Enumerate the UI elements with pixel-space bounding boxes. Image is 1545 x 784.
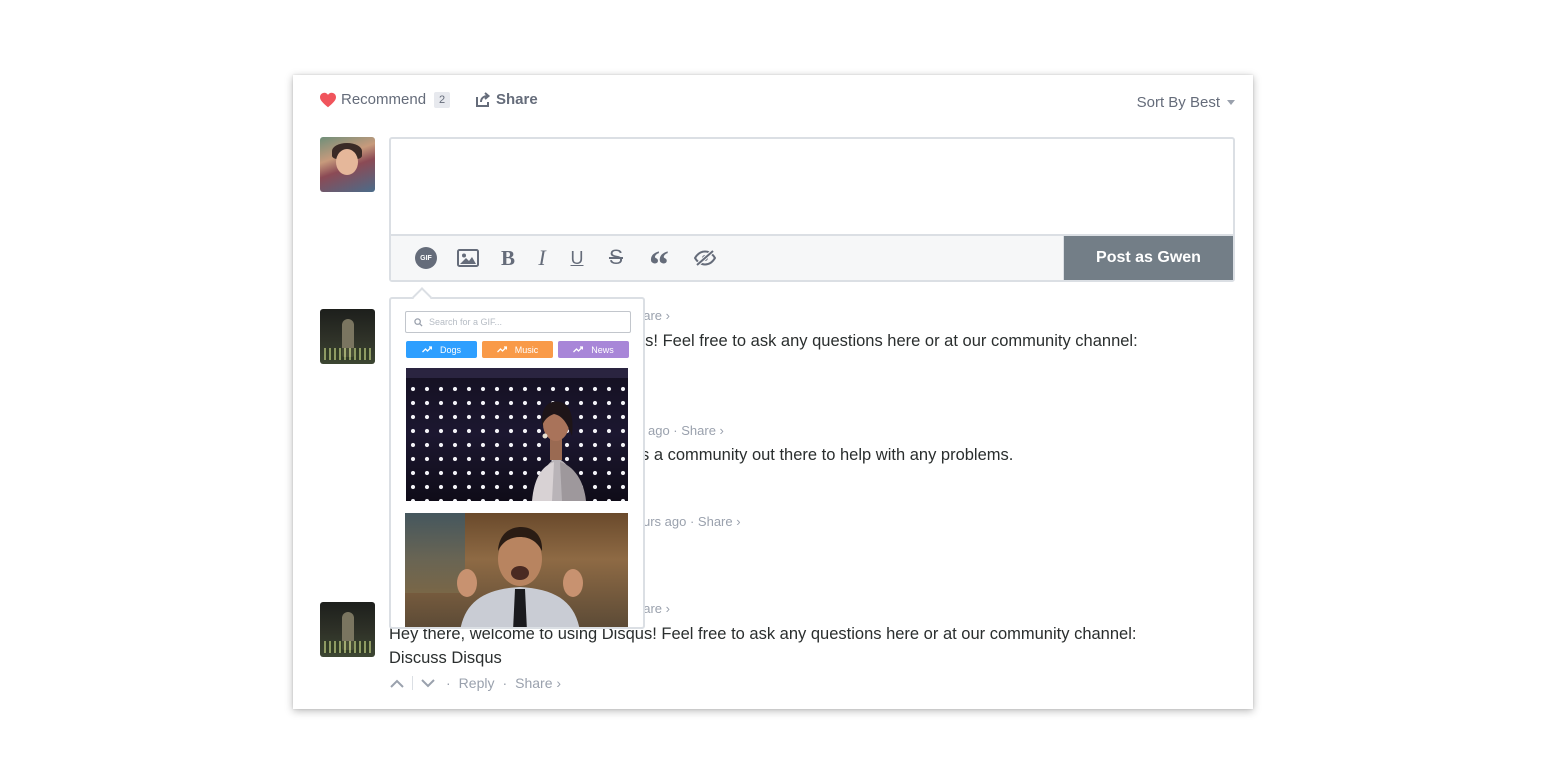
avatar-face [336,149,358,175]
share-icon [476,91,491,107]
comment-text-line2: Discuss Disqus [389,649,502,667]
gif-person-figure [532,401,586,501]
bold-icon: B [500,245,515,270]
strikethrough-button[interactable]: S [603,244,629,272]
strikethrough-icon: S [608,246,623,269]
gif-result-image[interactable] [405,513,628,627]
chevron-down-icon [421,678,435,687]
upvote-button[interactable] [387,675,407,691]
gif-icon: GIF [415,247,437,269]
recommend-count-badge: 2 [434,91,451,108]
downvote-button[interactable] [418,675,438,691]
thread-toolbar: Recommend 2 Share Sort By Best [319,91,1235,115]
gif-tag-news[interactable]: News [558,341,629,358]
trending-icon [496,346,507,353]
search-icon [414,317,423,327]
italic-button[interactable]: I [529,244,555,272]
caret-down-icon [1227,100,1235,105]
stage-lights-band [406,368,628,378]
comment-meta[interactable]: urs ago · Share › [643,514,741,529]
underline-icon: U [570,247,584,268]
editor-toolbar: GIF B I U S “ Post as Gwen [391,234,1233,285]
separator-dot: · [502,675,508,691]
share-thread-label: Share [496,91,538,108]
comment-avatar[interactable] [320,602,375,657]
share-thread-button[interactable]: Share [475,91,538,108]
image-icon [457,249,479,267]
trending-icon [422,346,432,353]
eye-off-icon [694,250,716,266]
comment-text: s a community out there to help with any… [641,446,1014,464]
gif-person-figure [457,527,583,627]
underline-button[interactable]: U [564,244,590,272]
heart-icon [320,92,336,107]
post-button[interactable]: Post as Gwen [1063,236,1233,280]
comment-editor: GIF B I U S “ Post as Gwen [389,137,1235,285]
comment-textarea[interactable] [391,139,1233,236]
chevron-up-icon [390,679,404,688]
italic-icon: I [538,245,546,270]
comment-meta[interactable]: ago · Share › [648,423,724,438]
comment-text: us! Feel free to ask any questions here … [636,332,1138,350]
gif-tag-label: News [591,344,614,355]
reply-link[interactable]: Reply [459,675,495,691]
comment-actions: · Reply · Share › [387,675,561,691]
bold-button[interactable]: B [495,244,521,272]
gif-tag-label: Dogs [439,344,461,355]
gif-result-image[interactable] [406,368,628,501]
quote-icon: “ [649,242,669,287]
trending-icon [573,346,584,353]
comment-avatar[interactable] [320,309,375,364]
share-comment-link[interactable]: Share › [515,675,561,691]
spoiler-button[interactable] [692,244,718,272]
vote-divider [412,676,413,690]
current-user-avatar[interactable] [320,137,375,192]
image-upload-button[interactable] [455,244,481,272]
gif-trending-tags: Dogs Music News [406,341,629,358]
avatar-lights [324,641,371,653]
recommend-button[interactable]: Recommend 2 [319,91,451,108]
gif-tag-music[interactable]: Music [482,341,553,358]
recommend-label: Recommend [341,91,427,108]
avatar-lights [324,348,371,360]
gif-search-input[interactable] [429,317,619,327]
gif-search-box [405,311,631,333]
separator-dot: · [446,675,451,691]
gif-tag-dogs[interactable]: Dogs [406,341,477,358]
comments-panel: Recommend 2 Share Sort By Best GIF B I U… [293,75,1253,709]
sort-label: Sort By Best [1136,94,1220,111]
gif-tag-label: Music [514,344,539,355]
quote-button[interactable]: “ [646,244,672,285]
gif-button[interactable]: GIF [413,244,439,272]
gif-picker-popover: Dogs Music News [389,297,645,629]
sort-dropdown[interactable]: Sort By Best [1137,94,1235,111]
